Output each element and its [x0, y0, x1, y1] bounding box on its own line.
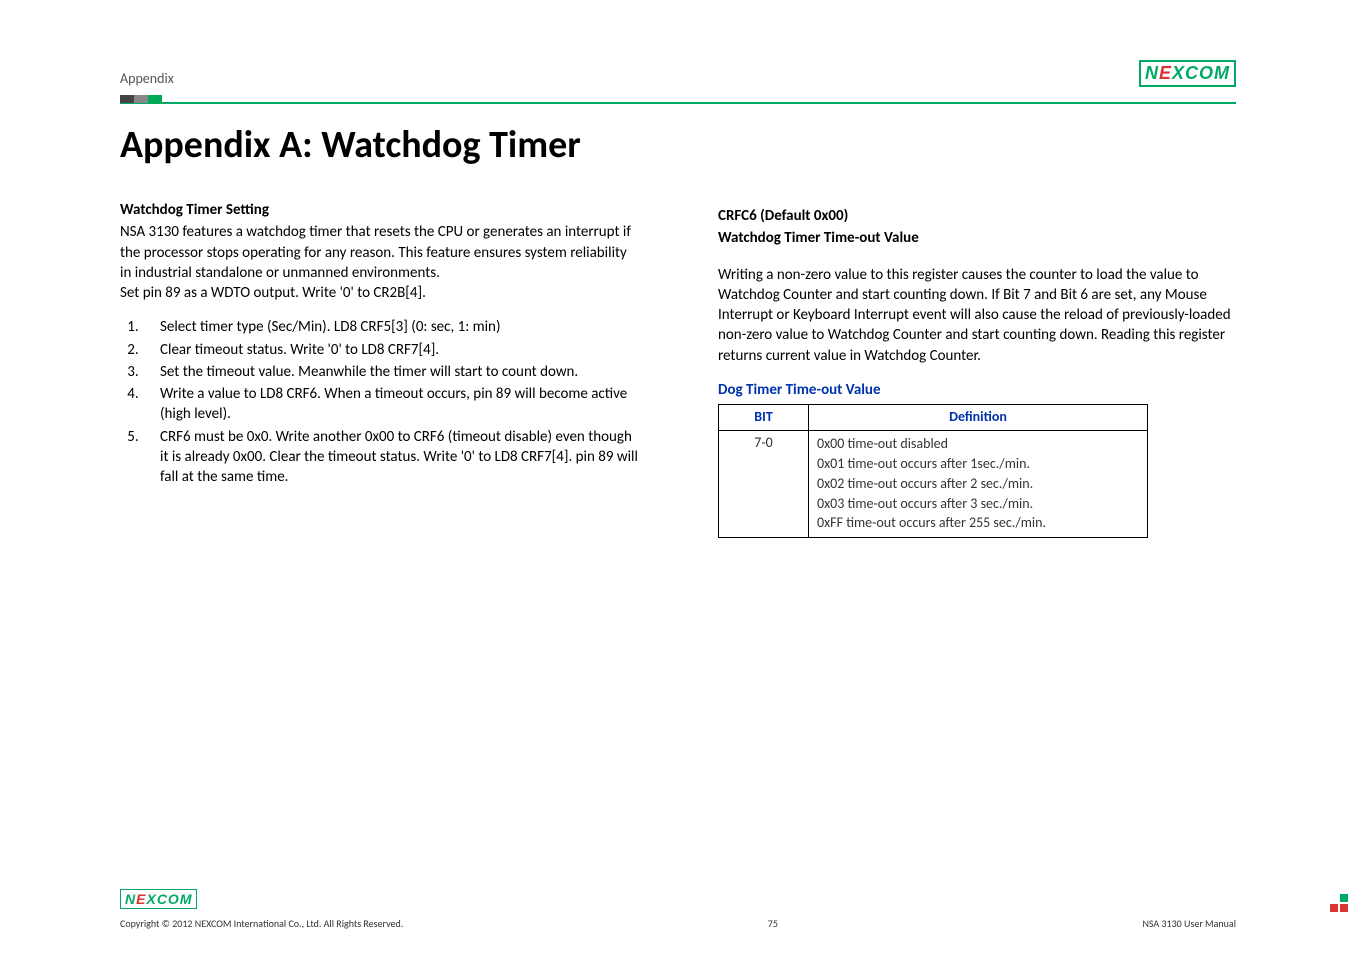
- table-header-row: BIT Definition: [719, 405, 1148, 431]
- def-2: 0x02 time-out occurs after 2 sec./min.: [817, 475, 1139, 494]
- crfc-head: CRFC6 (Default 0x00): [718, 206, 1236, 226]
- flogo-e: E: [136, 891, 146, 907]
- wdt-steps: Select timer type (Sec/Min). LD8 CRF5[3]…: [120, 317, 638, 487]
- th-bit: BIT: [719, 405, 809, 431]
- page-header: Appendix NEXCOM: [120, 60, 1236, 87]
- nexcom-logo-top: NEXCOM: [1139, 60, 1236, 87]
- footer-doc: NSA 3130 User Manual: [1142, 917, 1236, 930]
- def-0: 0x00 time-out disabled: [817, 435, 1139, 454]
- wdt-step-1: Select timer type (Sec/Min). LD8 CRF5[3]…: [142, 317, 638, 337]
- crfc-body: Writing a non-zero value to this registe…: [718, 265, 1236, 366]
- def-4: 0xFF time-out occurs after 255 sec./min.: [817, 514, 1139, 533]
- flogo-x: X: [146, 891, 156, 907]
- logo-e: E: [1159, 63, 1172, 84]
- header-color-bar: [120, 95, 162, 103]
- logo-com: COM: [1185, 63, 1230, 84]
- wdt-setpin: Set pin 89 as a WDTO output. Write '0' t…: [120, 284, 426, 302]
- def-cell: 0x00 time-out disabled 0x01 time-out occ…: [809, 430, 1148, 537]
- page-title: Appendix A: Watchdog Timer: [120, 122, 1236, 168]
- right-column: CRFC6 (Default 0x00) Watchdog Timer Time…: [718, 200, 1236, 538]
- wdt-step-4: Write a value to LD8 CRF6. When a timeou…: [142, 384, 638, 425]
- flogo-n: N: [125, 891, 136, 907]
- def-1: 0x01 time-out occurs after 1sec./min.: [817, 455, 1139, 474]
- header-divider: [120, 102, 1236, 104]
- bit-cell: 7-0: [719, 430, 809, 537]
- crfc-sub: Watchdog Timer Time-out Value: [718, 228, 1236, 248]
- wdt-step-3: Set the timeout value. Meanwhile the tim…: [142, 362, 638, 382]
- def-3: 0x03 time-out occurs after 3 sec./min.: [817, 495, 1139, 514]
- wdt-step-2: Clear timeout status. Write '0' to LD8 C…: [142, 340, 638, 360]
- wdt-step-5: CRF6 must be 0x0. Write another 0x00 to …: [142, 427, 638, 488]
- th-def: Definition: [809, 405, 1148, 431]
- nexcom-logo-footer: NEXCOM: [120, 889, 1236, 909]
- header-label: Appendix: [120, 70, 174, 87]
- flogo-com: COM: [157, 891, 193, 907]
- wdt-intro-text: NSA 3130 features a watchdog timer that …: [120, 223, 631, 282]
- logo-x: X: [1172, 63, 1185, 84]
- wdt-heading: Watchdog Timer Setting: [120, 200, 638, 220]
- table-title: Dog Timer Time-out Value: [718, 380, 1236, 400]
- page-footer: NEXCOM Copyright © 2012 NEXCOM Internati…: [120, 889, 1236, 930]
- wdt-intro: NSA 3130 features a watchdog timer that …: [120, 222, 638, 303]
- timeout-table: BIT Definition 7-0 0x00 time-out disable…: [718, 404, 1148, 538]
- table-row: 7-0 0x00 time-out disabled 0x01 time-out…: [719, 430, 1148, 537]
- left-column: Watchdog Timer Setting NSA 3130 features…: [120, 200, 638, 538]
- logo-n: N: [1145, 63, 1159, 84]
- content-columns: Watchdog Timer Setting NSA 3130 features…: [120, 200, 1236, 538]
- footer-page: 75: [768, 917, 778, 930]
- footer-copyright: Copyright © 2012 NEXCOM International Co…: [120, 917, 403, 930]
